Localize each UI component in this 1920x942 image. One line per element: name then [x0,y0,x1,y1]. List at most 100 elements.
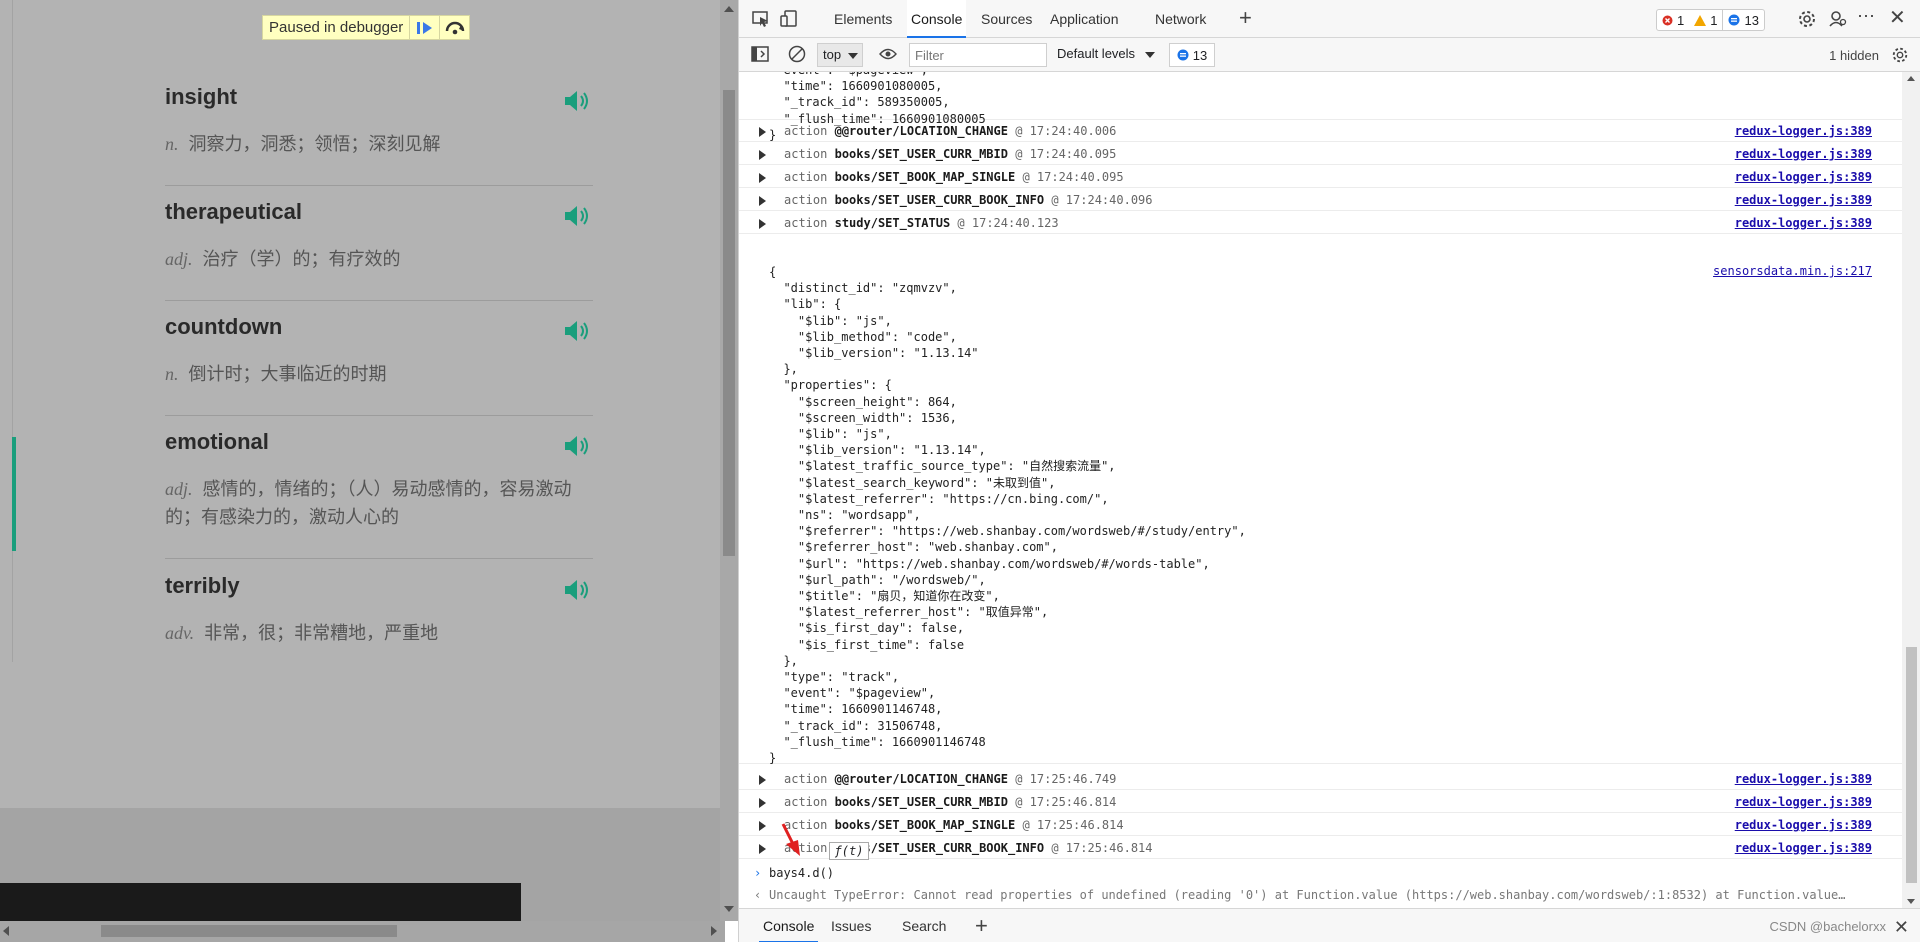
more-tabs-plus-icon[interactable]: + [1239,7,1259,29]
autocomplete-hint[interactable]: ƒ(t) [829,842,869,860]
console-log-row[interactable]: action books/SET_BOOK_MAP_SINGLE @ 17:24… [739,165,1902,188]
tab-application[interactable]: Application [1046,0,1123,38]
speaker-icon[interactable] [563,579,593,601]
console-log-row[interactable]: action books/SET_USER_CURR_MBID @ 17:25:… [739,790,1902,813]
object-line: "$screen_height": 864, [769,394,957,409]
tab-network[interactable]: Network [1151,0,1210,38]
settings-gear-icon[interactable] [1797,9,1817,29]
more-options-icon[interactable]: ⋯ [1857,7,1877,29]
message-counts[interactable]: 1 1 13 [1656,9,1765,31]
source-link[interactable]: redux-logger.js:389 [1735,124,1872,138]
scrollbar-thumb[interactable] [723,90,735,556]
console-input[interactable] [769,863,1169,883]
step-over-icon [445,21,465,34]
scrollbar-thumb[interactable] [1906,647,1917,883]
tab-elements[interactable]: Elements [830,0,896,38]
drawer-tab-search[interactable]: Search [898,909,950,942]
log-prefix: action [784,795,828,809]
source-link[interactable]: redux-logger.js:389 [1735,795,1872,809]
expand-triangle-icon[interactable] [759,821,766,831]
prompt-chevron-icon: › [754,866,762,880]
tab-console[interactable]: Console [907,0,967,38]
log-text: action study/SET_STATUS @ 17:24:40.123 [784,216,1059,230]
word-row[interactable]: therapeutical adj. 治疗（学）的；有疗效的 [165,199,593,301]
scroll-right-icon[interactable] [711,926,717,936]
resume-button[interactable] [409,16,439,39]
console-log-row[interactable]: action @@router/LOCATION_CHANGE @ 17:24:… [739,119,1902,142]
source-link[interactable]: redux-logger.js:389 [1735,193,1872,207]
add-drawer-tab-plus-icon[interactable]: + [975,913,988,939]
expand-triangle-icon[interactable] [759,844,766,854]
log-levels-dropdown[interactable]: Default levels [1057,46,1155,61]
action-name: books/SET_USER_CURR_BOOK_INFO [834,193,1045,207]
expand-triangle-icon[interactable] [759,173,766,183]
source-link[interactable]: redux-logger.js:389 [1735,216,1872,230]
speaker-icon[interactable] [563,320,593,342]
scroll-left-icon[interactable] [3,926,9,936]
source-link[interactable]: sensorsdata.min.js:217 [1713,264,1872,278]
console-settings-gear-icon[interactable] [1891,46,1909,67]
log-levels-label: Default levels [1057,46,1136,61]
issues-button[interactable]: 13 [1169,43,1215,67]
console-log-row[interactable]: action books/SET_USER_CURR_BOOK_INFO @ 1… [739,836,1902,859]
part-of-speech: adv. [165,623,195,643]
object-line: "$url_path": "/wordsweb/", [769,572,986,587]
console-vertical-scrollbar[interactable] [1902,72,1920,908]
close-devtools-icon[interactable]: ✕ [1889,8,1909,29]
scroll-up-icon[interactable] [724,6,734,12]
source-link[interactable]: redux-logger.js:389 [1735,841,1872,855]
source-link[interactable]: redux-logger.js:389 [1735,772,1872,786]
close-drawer-icon[interactable]: ✕ [1894,917,1909,938]
drawer-tab-console[interactable]: Console [759,909,819,942]
source-link[interactable]: redux-logger.js:389 [1735,147,1872,161]
page-vertical-scrollbar[interactable] [720,0,738,921]
expand-triangle-icon[interactable] [759,127,766,137]
tab-sources[interactable]: Sources [977,0,1036,38]
word-row[interactable]: insight n. 洞察力，洞悉；领悟；深刻见解 [165,84,593,186]
expand-triangle-icon[interactable] [759,798,766,808]
word-row-active[interactable]: emotional adj. 感情的，情绪的；（人）易动感情的，容易激动的；有感染… [165,429,593,559]
console-log-row[interactable]: action books/SET_BOOK_MAP_SINGLE @ 17:25… [739,813,1902,836]
log-prefix: action [784,147,828,161]
filter-input[interactable] [909,43,1047,67]
word-row[interactable]: countdown n. 倒计时；大事临近的时期 [165,314,593,416]
drawer-tab-issues[interactable]: Issues [827,909,875,942]
speaker-icon[interactable] [563,90,593,112]
console-log-row[interactable]: action books/SET_USER_CURR_MBID @ 17:24:… [739,142,1902,165]
console-log-row[interactable]: action @@router/LOCATION_CHANGE @ 17:25:… [739,767,1902,790]
step-over-button[interactable] [439,16,469,39]
action-name: @@router/LOCATION_CHANGE [834,124,1008,138]
speaker-icon[interactable] [563,205,593,227]
console-log-row[interactable]: action study/SET_STATUS @ 17:24:40.123 re… [739,211,1902,234]
inspect-element-icon[interactable] [751,9,771,29]
sidebar-toggle-icon[interactable] [751,46,769,65]
device-toolbar-icon[interactable] [779,9,799,29]
source-link[interactable]: redux-logger.js:389 [1735,170,1872,184]
dropdown-arrow-icon [848,53,858,59]
log-text: action books/SET_BOOK_MAP_SINGLE @ 17:24… [784,170,1124,184]
scrollbar-thumb[interactable] [101,925,397,937]
console-log-row[interactable]: action books/SET_USER_CURR_BOOK_INFO @ 1… [739,188,1902,211]
expand-triangle-icon[interactable] [759,775,766,785]
clear-console-icon[interactable] [788,45,806,66]
context-selector[interactable]: top [817,43,863,67]
customize-icon[interactable] [1828,9,1848,29]
page-horizontal-scrollbar[interactable] [0,921,725,942]
expand-triangle-icon[interactable] [759,219,766,229]
scroll-down-icon[interactable] [724,906,734,912]
console-output[interactable]: event": "$pageview", "time": 16609010800… [739,72,1902,908]
live-expression-eye-icon[interactable] [879,47,897,64]
word-definition: adj. 感情的，情绪的；（人）易动感情的，容易激动的；有感染力的，激动人心的 [165,475,593,531]
scroll-up-icon[interactable] [1907,76,1915,81]
object-line: "$referrer_host": "web.shanbay.com", [769,540,1058,555]
speaker-icon[interactable] [563,435,593,457]
word-row[interactable]: terribly adv. 非常，很；非常糟地，严重地 [165,573,593,663]
expand-triangle-icon[interactable] [759,150,766,160]
source-link[interactable]: redux-logger.js:389 [1735,818,1872,832]
action-name: study/SET_STATUS [834,216,951,230]
console-prompt[interactable]: › [739,862,1902,884]
watermark: CSDN @bachelorxx [1769,919,1886,934]
object-line: "time": 1660901146748, [769,702,943,717]
expand-triangle-icon[interactable] [759,196,766,206]
scroll-down-icon[interactable] [1907,899,1915,904]
